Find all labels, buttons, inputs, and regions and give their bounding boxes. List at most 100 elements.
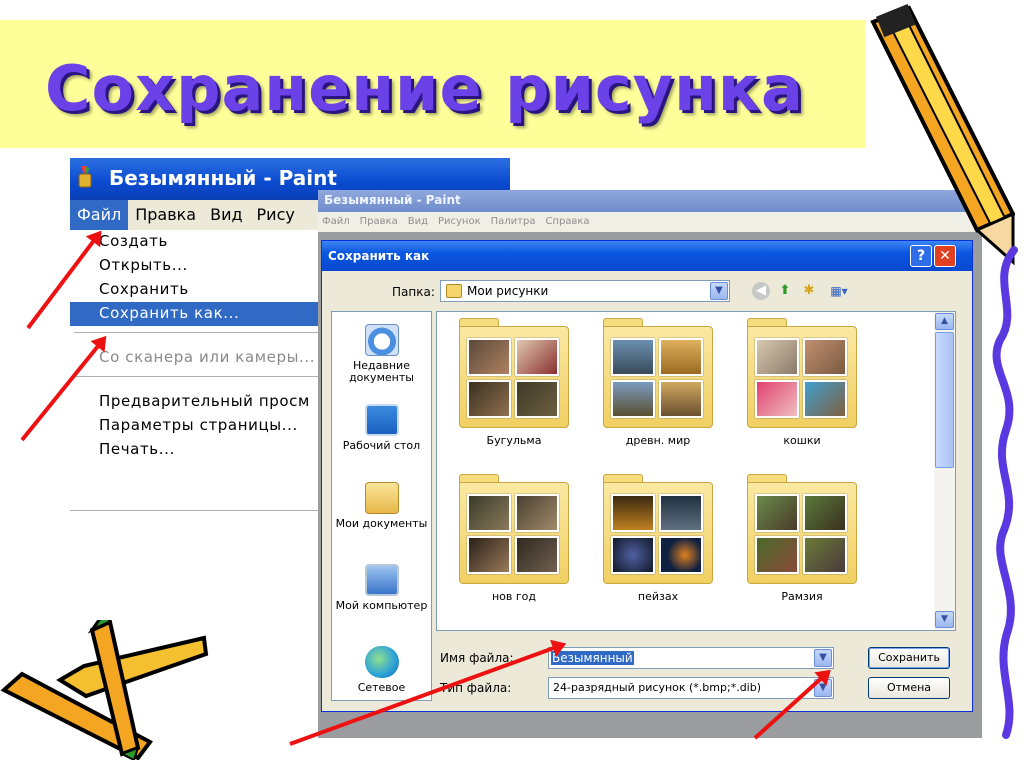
folder-item[interactable] xyxy=(603,318,713,428)
folder-thumbnail xyxy=(515,380,559,418)
folder-name: Бугульма xyxy=(486,434,542,447)
folder-thumbnail xyxy=(659,494,703,532)
scroll-down-icon[interactable]: ▼ xyxy=(935,611,954,628)
folder-thumbnail xyxy=(803,536,847,574)
up-folder-icon[interactable]: ⬆ xyxy=(776,282,794,300)
folder-thumbnail xyxy=(659,338,703,376)
network-icon xyxy=(364,646,399,678)
place-desktop[interactable]: Рабочий стол xyxy=(332,404,431,452)
paint-app-icon xyxy=(78,166,92,188)
folder-item[interactable] xyxy=(459,474,569,584)
folder-thumbnail xyxy=(803,494,847,532)
folder-thumbnail xyxy=(611,536,655,574)
new-folder-icon[interactable]: ✱ xyxy=(800,282,818,300)
place-my-documents[interactable]: Мои документы xyxy=(332,482,431,530)
places-bar: Недавние документы Рабочий стол Мои доку… xyxy=(331,311,432,701)
menu-image[interactable]: Рису xyxy=(250,200,302,230)
folder-thumbnail xyxy=(755,338,799,376)
folder-thumbnail xyxy=(803,338,847,376)
menu-edit[interactable]: Правка xyxy=(128,200,203,230)
folder-name: древн. мир xyxy=(625,434,691,447)
folder-thumbnail xyxy=(755,494,799,532)
paint-menu-edit[interactable]: Правка xyxy=(360,216,398,227)
folder-thumbnail xyxy=(803,380,847,418)
place-label: Сетевое xyxy=(357,681,406,694)
folder-dropdown[interactable]: Мои рисунки ▼ xyxy=(440,280,730,302)
save-as-dialog: Сохранить как ? ✕ Папка: Мои рисунки ▼ ◀… xyxy=(321,240,973,712)
place-my-computer[interactable]: Мой компьютер xyxy=(332,564,431,612)
folder-value: Мои рисунки xyxy=(467,284,549,298)
file-list: Бугульма древн. мир кошки нов год пейзах… xyxy=(436,311,956,631)
scroll-thumb[interactable] xyxy=(935,332,954,468)
filename-input[interactable]: Безымянный ▼ xyxy=(548,647,834,669)
folder-icon xyxy=(446,284,462,298)
scroll-up-icon[interactable]: ▲ xyxy=(935,313,954,330)
folder-thumbnail xyxy=(755,536,799,574)
folder-item[interactable] xyxy=(747,474,857,584)
recent-documents-icon xyxy=(364,324,399,356)
place-label: Рабочий стол xyxy=(342,439,421,452)
my-documents-icon xyxy=(364,482,399,514)
back-icon[interactable]: ◀ xyxy=(752,282,770,300)
paint-menu-view[interactable]: Вид xyxy=(408,216,428,227)
folder-name: Рамзия xyxy=(781,590,823,603)
menu-item-save[interactable]: Сохранить xyxy=(70,278,320,302)
folder-thumbnail xyxy=(755,380,799,418)
vertical-scrollbar[interactable]: ▲ ▼ xyxy=(934,312,955,630)
paint-menu-file[interactable]: Файл xyxy=(322,216,350,227)
folder-thumbnail xyxy=(611,380,655,418)
filetype-select[interactable]: 24-разрядный рисунок (*.bmp;*.dib) ▼ xyxy=(548,677,834,699)
paint-window-title: Безымянный - Paint xyxy=(324,193,461,207)
folder-item[interactable] xyxy=(747,318,857,428)
swirl-decoration-icon xyxy=(992,246,1018,739)
menu-item-save-as[interactable]: Сохранить как... xyxy=(70,302,320,326)
views-icon[interactable]: ▦▾ xyxy=(826,282,852,300)
paint-menu-help[interactable]: Справка xyxy=(545,216,589,227)
folder-name: нов год xyxy=(491,590,537,603)
menu-separator xyxy=(70,376,320,390)
folder-item[interactable] xyxy=(603,474,713,584)
folder-thumbnail xyxy=(659,380,703,418)
menu-item-print[interactable]: Печать... xyxy=(70,438,320,462)
save-button[interactable]: Сохранить xyxy=(868,647,950,669)
cancel-button[interactable]: Отмена xyxy=(868,677,950,699)
filename-label: Имя файла: xyxy=(440,651,514,665)
folder-name: пейзах xyxy=(637,590,679,603)
chevron-down-icon[interactable]: ▼ xyxy=(710,282,728,300)
menu-item-print-preview[interactable]: Предварительный просм xyxy=(70,390,320,414)
crayons-clipart-icon xyxy=(0,620,209,760)
menu-item-open[interactable]: Открыть... xyxy=(70,254,320,278)
menu-view[interactable]: Вид xyxy=(203,200,249,230)
folder-thumbnail xyxy=(515,494,559,532)
paint-menu-image[interactable]: Рисунок xyxy=(438,216,481,227)
pencil-clipart-icon xyxy=(870,4,1015,266)
slide-title: Сохранение рисунка xyxy=(45,52,804,125)
place-recent-documents[interactable]: Недавние документы xyxy=(332,324,431,384)
place-label: Мои документы xyxy=(335,517,428,530)
folder-item[interactable] xyxy=(459,318,569,428)
folder-thumbnail xyxy=(467,494,511,532)
place-label: Недавние документы xyxy=(349,359,414,384)
folder-thumbnail xyxy=(515,338,559,376)
place-label: Мой компьютер xyxy=(335,599,428,612)
place-network[interactable]: Сетевое xyxy=(332,646,431,694)
menu-bottom-border xyxy=(70,510,320,511)
folder-name: кошки xyxy=(783,434,821,447)
folder-thumbnail xyxy=(467,536,511,574)
folder-thumbnail xyxy=(467,380,511,418)
my-computer-icon xyxy=(364,564,399,596)
menu-file[interactable]: Файл xyxy=(70,200,129,230)
filetype-value: 24-разрядный рисунок (*.bmp;*.dib) xyxy=(553,681,762,694)
folder-thumbnail xyxy=(611,494,655,532)
window-title: Безымянный - Paint xyxy=(108,166,337,190)
folder-thumbnail xyxy=(659,536,703,574)
menu-item-new[interactable]: Создать xyxy=(70,230,320,254)
paint-menu-palette[interactable]: Палитра xyxy=(491,216,536,227)
folder-label: Папка: xyxy=(392,285,435,299)
desktop-icon xyxy=(364,404,399,436)
folder-thumbnail xyxy=(467,338,511,376)
menu-item-page-setup[interactable]: Параметры страницы... xyxy=(70,414,320,438)
folder-thumbnail xyxy=(515,536,559,574)
dialog-title: Сохранить как xyxy=(328,249,430,263)
menu-item-from-scanner[interactable]: Со сканера или камеры... xyxy=(70,346,320,370)
